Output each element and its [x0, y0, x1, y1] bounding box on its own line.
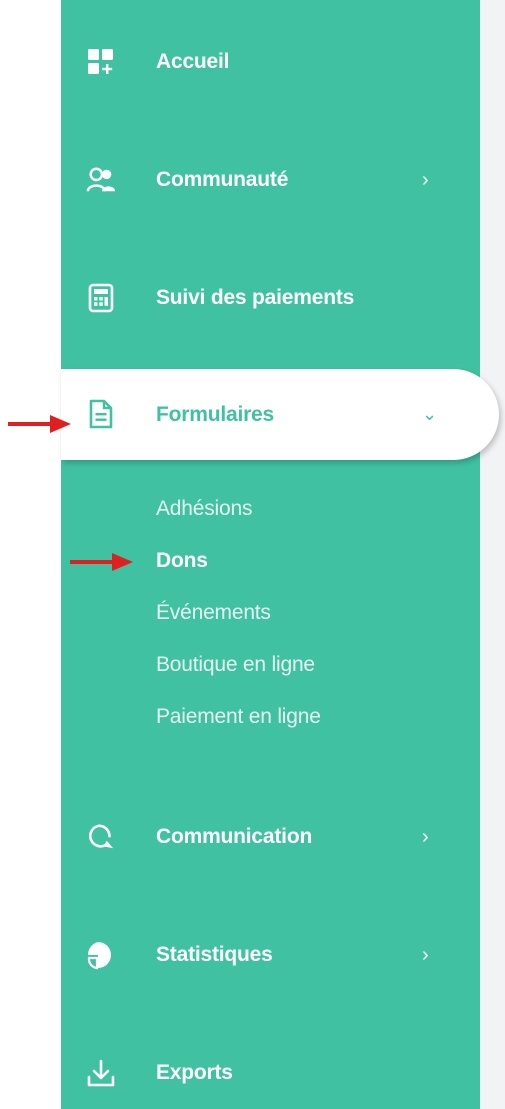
- sidebar-item-accueil[interactable]: Accueil: [61, 32, 480, 92]
- sidebar-item-formulaires[interactable]: Formulaires ⌄: [61, 369, 499, 460]
- chevron-right-icon: ›: [422, 826, 429, 848]
- sidebar-item-label: Formulaires: [156, 403, 275, 426]
- sidebar-item-communaute[interactable]: Communauté ›: [61, 150, 480, 210]
- sidebar-item-suivi-paiements[interactable]: Suivi des paiements: [61, 268, 480, 328]
- dashboard-icon: [86, 47, 116, 77]
- chevron-right-icon: ›: [422, 944, 429, 966]
- download-icon: [86, 1058, 116, 1088]
- pie-chart-icon: [86, 940, 116, 970]
- sidebar-item-label: Communication: [156, 825, 313, 848]
- sidebar-item-exports[interactable]: Exports: [61, 1043, 480, 1103]
- sidebar-item-statistiques[interactable]: Statistiques ›: [61, 925, 480, 985]
- annotation-arrow-formulaires-icon: [8, 415, 71, 433]
- sidebar-item-label: Communauté: [156, 168, 289, 191]
- sidebar-item-label: Suivi des paiements: [156, 286, 355, 309]
- chat-icon: [86, 822, 116, 852]
- calculator-icon: [86, 283, 116, 313]
- sidebar-item-label: Exports: [156, 1061, 233, 1084]
- submenu-item-paiement[interactable]: Paiement en ligne: [156, 705, 321, 729]
- chevron-right-icon: ›: [422, 169, 429, 191]
- document-icon: [86, 399, 116, 429]
- annotation-arrow-dons-icon: [70, 553, 133, 571]
- submenu-item-adhesions[interactable]: Adhésions: [156, 497, 252, 521]
- content-area-edge: [480, 0, 505, 1109]
- submenu-item-dons[interactable]: Dons: [156, 549, 208, 573]
- sidebar-item-label: Statistiques: [156, 943, 273, 966]
- users-icon: [86, 165, 116, 195]
- sidebar-item-communication[interactable]: Communication ›: [61, 807, 480, 867]
- chevron-down-icon: ⌄: [422, 404, 438, 424]
- sidebar-item-label: Accueil: [156, 50, 230, 73]
- submenu-item-boutique[interactable]: Boutique en ligne: [156, 653, 315, 677]
- submenu-item-evenements[interactable]: Événements: [156, 601, 271, 625]
